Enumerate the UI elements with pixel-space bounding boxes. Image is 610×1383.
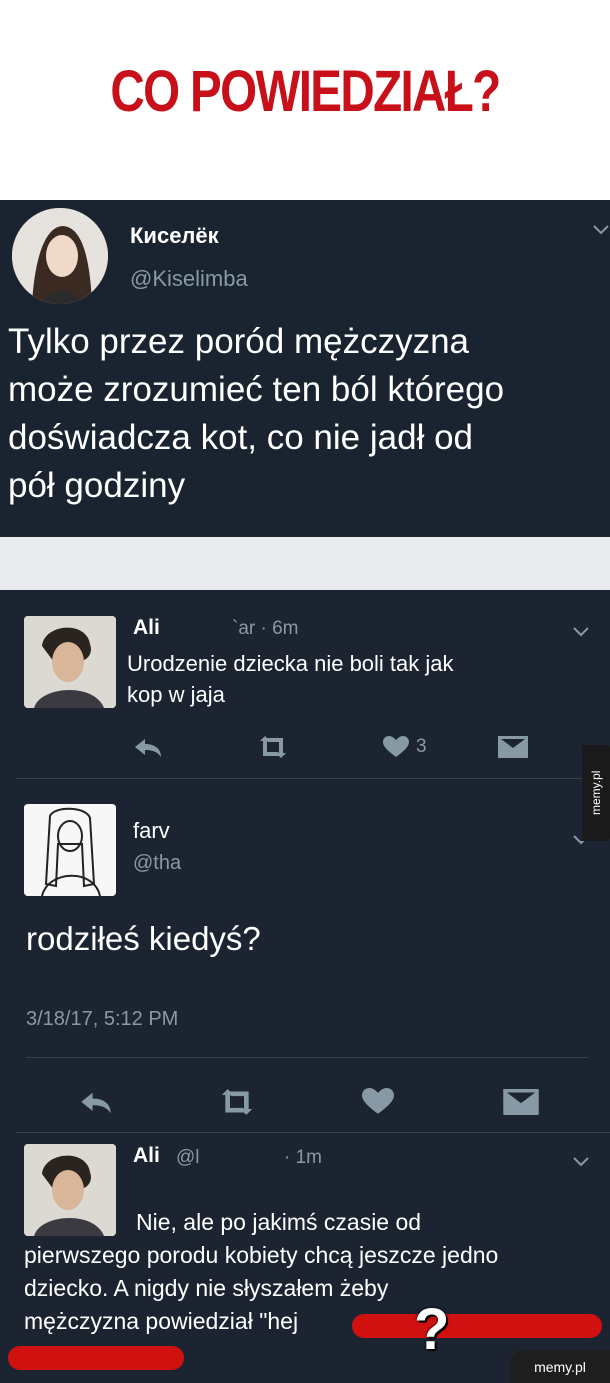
reply-text-line: Urodzenie dziecka nie boli tak jak: [127, 651, 454, 676]
tweet-text-line: doświadcza kot, co nie jadł od: [8, 418, 473, 457]
retweet-icon[interactable]: [256, 735, 290, 764]
timestamp: 3/18/17, 5:12 PM: [26, 1008, 179, 1030]
divider: [16, 778, 610, 779]
tweet-author-name[interactable]: farv: [133, 818, 170, 844]
divider: [16, 1132, 610, 1133]
tweet-text: Tylko przez poród mężczyzna może zrozumi…: [8, 318, 608, 510]
heart-icon[interactable]: [362, 1088, 394, 1120]
avatar[interactable]: [12, 208, 108, 304]
reply-text-line: pierwszego porodu kobiety chcą jeszcze j…: [24, 1242, 499, 1268]
question-mark: ?: [414, 1297, 450, 1362]
reply-meta: `ar · 6m: [232, 618, 299, 639]
dm-icon[interactable]: [498, 736, 528, 763]
reply-text-line: dziecko. A nigdy nie słyszałem żeby: [24, 1275, 389, 1301]
reply-text-line: Nie, ale po jakimś czasie od: [136, 1209, 422, 1235]
headline: CO POWIEDZIAŁ?: [110, 59, 501, 124]
redaction-bar: [8, 1346, 184, 1370]
reply-text: Urodzenie dziecka nie boli tak jak kop w…: [127, 648, 597, 710]
reply-icon[interactable]: [133, 737, 163, 764]
avatar[interactable]: [24, 616, 116, 708]
tweet-text-line: może zrozumieć ten ból którego: [8, 370, 505, 409]
tweet-author-handle[interactable]: @tha: [133, 852, 181, 875]
redaction-bar: [352, 1314, 602, 1338]
tweet-text-line: Tylko przez poród mężczyzna: [8, 322, 470, 361]
reply-text-line: kop w jaja: [127, 682, 225, 707]
reply-author-name[interactable]: Ali: [133, 1144, 160, 1168]
author-handle[interactable]: @Kiselimba: [130, 266, 248, 292]
retweet-icon[interactable]: [217, 1088, 257, 1121]
avatar[interactable]: [24, 804, 116, 896]
divider: [26, 1057, 588, 1058]
separator-gap: [0, 537, 610, 590]
reply-icon[interactable]: [79, 1090, 113, 1121]
thread-panel: Ali `ar · 6m Urodzenie dziecka nie boli …: [0, 590, 610, 1383]
tweet-text-line: pół godziny: [8, 466, 186, 505]
reply-time: · 1m: [284, 1147, 322, 1168]
heart-icon[interactable]: [383, 736, 409, 763]
chevron-down-icon[interactable]: [592, 220, 610, 241]
chevron-down-icon[interactable]: [572, 1152, 590, 1173]
author-name[interactable]: Киселёк: [130, 223, 219, 249]
tweet-card-main: Киселёк @Kiselimba Tylko przez poród męż…: [0, 200, 610, 537]
reply-author-name[interactable]: Ali: [133, 616, 160, 640]
watermark-corner: memy.pl: [510, 1350, 610, 1383]
reply-handle[interactable]: @l: [176, 1147, 200, 1169]
dm-icon[interactable]: [503, 1089, 539, 1120]
tweet-text: rodziłeś kiedyś?: [26, 920, 261, 957]
like-count: 3: [416, 736, 427, 757]
watermark-side: memy.pl: [582, 745, 610, 841]
chevron-down-icon[interactable]: [572, 622, 590, 643]
